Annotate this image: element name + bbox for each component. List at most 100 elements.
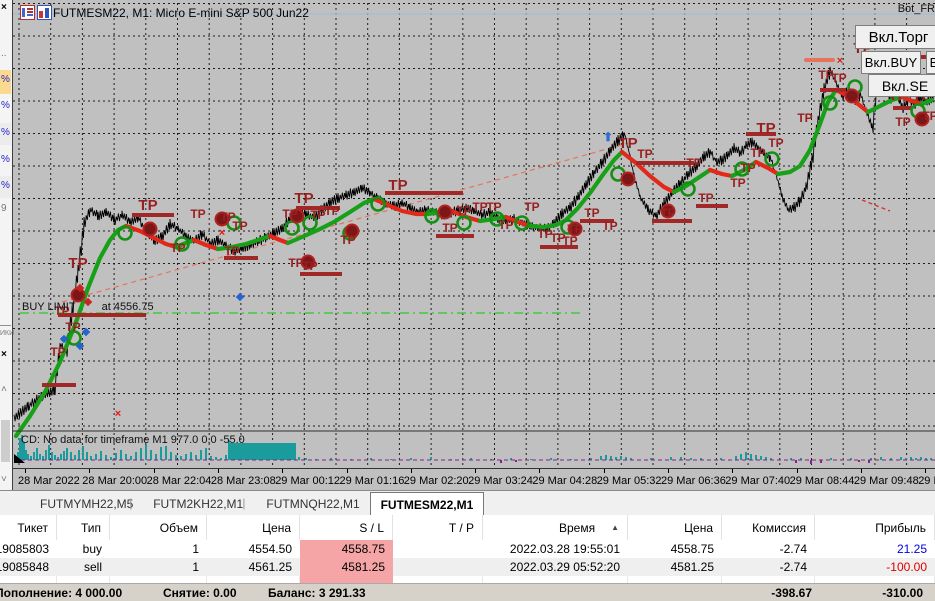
cell: 4581.25	[670, 560, 714, 574]
ellipsis-label: ..	[1, 48, 7, 59]
column-header-2[interactable]: Объем	[110, 515, 207, 540]
axis-tick	[153, 469, 155, 473]
column-header-5[interactable]: T / P	[393, 515, 483, 540]
axis-tick	[732, 469, 734, 473]
column-header-3[interactable]: Цена	[207, 515, 300, 540]
column-header-4[interactable]: S / L	[300, 515, 393, 540]
table-row[interactable]: 219085803 buy 1 4554.50 4558.75 2022.03.28 19…	[0, 540, 935, 558]
svg-text:TP: TP	[750, 146, 765, 160]
svg-text:TP: TP	[302, 259, 317, 273]
column-header-7[interactable]: Цена	[628, 515, 722, 540]
close-icon[interactable]: ×	[1, 2, 7, 13]
svg-text:×: ×	[115, 408, 121, 420]
svg-text:×: ×	[219, 227, 225, 239]
cell	[393, 558, 483, 576]
column-header-6[interactable]: Время ▲	[483, 515, 628, 540]
time-axis-label: 29 Mar 04:28	[532, 475, 598, 487]
svg-text:TP: TP	[50, 345, 65, 359]
status-bar: Пополнение: 4 000.00 Снятие: 0.00 Баланс…	[0, 583, 935, 601]
svg-text:TP: TP	[68, 255, 87, 272]
time-axis-label: 29 Mar 07:40	[725, 475, 791, 487]
svg-text:TP: TP	[740, 161, 755, 175]
chart-type-icon[interactable]	[37, 5, 52, 20]
list-item[interactable]: %	[0, 123, 11, 145]
column-header-9[interactable]: Прибыль	[815, 515, 935, 540]
price-chart[interactable]: ×××⬆TPTPTPTPTPTPTP TPTPTPTPTPTPTPTPTPTPTP…	[0, 0, 935, 490]
table-row[interactable]: 219085848 sell 1 4561.25 4581.25 2022.03.29 0…	[0, 558, 935, 576]
list-item[interactable]: %	[0, 150, 11, 172]
svg-text:TP: TP	[388, 177, 407, 194]
svg-text:TP: TP	[584, 206, 599, 220]
tab-separator: |	[242, 496, 246, 510]
scrollbar-thumb[interactable]	[1, 420, 10, 462]
left-panel-sliver: × .. % % % % % 9 ИКИ × ˄ ˅	[0, 0, 14, 490]
time-axis-label: 29 Mar 08:44	[789, 475, 855, 487]
buy-limit-label: BUY LIMIT at 4556.75	[22, 301, 154, 313]
time-axis: 28 Mar 2022 28 Mar 20:00 28 Mar 22:04 28 Ma…	[13, 468, 935, 491]
svg-text:TP: TP	[562, 234, 577, 248]
list-item[interactable]: %	[0, 176, 11, 198]
table-header-row: Тикет Тип Объем Цена S / LT / P Время ▲ Цена Ком…	[0, 515, 935, 541]
time-axis-label: 29 Mar 00:12	[275, 475, 341, 487]
cell: 2022.03.28 19:55:01	[509, 542, 620, 556]
svg-text:TP: TP	[637, 147, 652, 161]
chart-list-icon[interactable]	[20, 5, 35, 20]
ea-button-0[interactable]: Вкл.Торг	[855, 25, 935, 49]
time-axis-label: 28 Mar 20:00	[82, 475, 148, 487]
chart-title: FUTMESM22, M1: Micro E-mini S&P 500 Jun2…	[53, 6, 309, 20]
tab-FUTMNQH22,M1[interactable]: FUTMNQH22,M1	[256, 493, 369, 515]
axis-tick	[89, 469, 91, 473]
cell: -2.74	[779, 560, 807, 574]
svg-text:TP: TP	[618, 135, 637, 152]
scroll-up-icon[interactable]: ˄	[1, 384, 7, 395]
tab-FUTMYMH22,M5[interactable]: FUTMYMH22,M5	[30, 493, 143, 515]
svg-text:TP: TP	[797, 111, 812, 125]
close-icon[interactable]: ×	[1, 349, 7, 360]
svg-text:TP: TP	[756, 120, 775, 137]
time-axis-label: 28 Mar 22:04	[146, 475, 212, 487]
ea-button-3[interactable]: Вкл.SE	[868, 74, 935, 97]
svg-text:TP: TP	[831, 71, 846, 85]
cell	[393, 540, 483, 558]
list-item[interactable]: %	[0, 70, 11, 94]
cell: 21.25	[896, 542, 927, 556]
time-axis-label: 29 Mar 01:16	[339, 475, 405, 487]
svg-text:TP: TP	[895, 115, 910, 129]
time-axis-label: 29 Mar 02:20	[403, 475, 469, 487]
cell: sell	[83, 560, 102, 574]
svg-text:TP: TP	[442, 221, 457, 235]
cell: 4558.75	[670, 542, 714, 556]
cell: 4554.50	[248, 542, 292, 556]
cell: 4558.75	[300, 540, 393, 558]
time-axis-label: 28 Mar 2022	[18, 475, 80, 487]
column-header-8[interactable]: Комиссия	[722, 515, 815, 540]
svg-text:TP: TP	[456, 204, 471, 218]
indicator-label: CD: No data for timeframe M1 977.0 0.0 -…	[21, 434, 245, 446]
tab-FUTM2KH22,M1[interactable]: FUTM2KH22,M1	[143, 493, 253, 515]
axis-tick	[668, 469, 669, 473]
column-header-1[interactable]: Тип	[57, 515, 110, 540]
list-item[interactable]: %	[0, 96, 11, 118]
cell: 219085803	[0, 542, 49, 556]
withdrawal-total: Снятие: 0.00	[163, 586, 237, 600]
ea-button-1[interactable]: Вкл.BUY	[861, 51, 921, 74]
cell: 4581.25	[300, 558, 393, 576]
balance-total: Баланс: 3 291.33	[268, 586, 366, 600]
tab-FUTMESM22,M1[interactable]: FUTMESM22,M1	[369, 492, 485, 516]
profit-total: -310.00	[882, 586, 923, 600]
svg-text:TP: TP	[698, 191, 713, 205]
axis-tick	[603, 469, 605, 473]
svg-text:TP: TP	[282, 207, 297, 221]
svg-text:TP: TP	[567, 222, 582, 236]
svg-text:TP: TP	[498, 218, 513, 232]
scroll-down-icon[interactable]: ˅	[1, 474, 7, 485]
svg-text:TP: TP	[324, 204, 339, 218]
column-header-0[interactable]: Тикет	[0, 515, 57, 540]
ea-name-label: Bot_FR	[897, 3, 935, 15]
sort-arrow-icon: ▲	[611, 523, 619, 532]
axis-tick	[475, 469, 477, 473]
cell: buy	[82, 542, 102, 556]
svg-text:TP: TP	[224, 244, 239, 258]
ea-button-2[interactable]: В	[926, 51, 935, 74]
svg-text:TP: TP	[922, 109, 935, 123]
